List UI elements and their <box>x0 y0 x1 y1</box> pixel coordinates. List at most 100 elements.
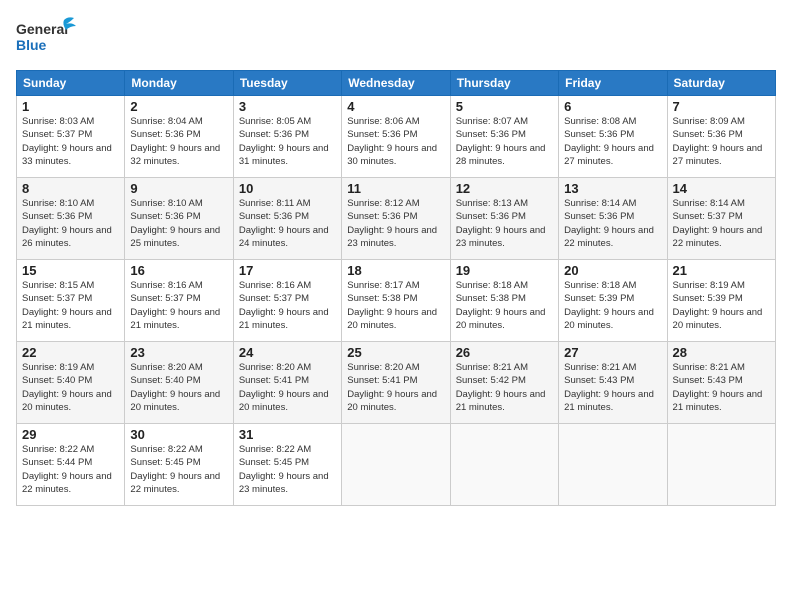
calendar-cell: 25Sunrise: 8:20 AMSunset: 5:41 PMDayligh… <box>342 342 450 424</box>
day-number: 3 <box>239 99 336 114</box>
day-number: 5 <box>456 99 553 114</box>
calendar-cell: 6Sunrise: 8:08 AMSunset: 5:36 PMDaylight… <box>559 96 667 178</box>
day-info: Sunrise: 8:18 AMSunset: 5:39 PMDaylight:… <box>564 279 661 332</box>
day-info: Sunrise: 8:20 AMSunset: 5:41 PMDaylight:… <box>239 361 336 414</box>
calendar-cell: 18Sunrise: 8:17 AMSunset: 5:38 PMDayligh… <box>342 260 450 342</box>
day-info: Sunrise: 8:22 AMSunset: 5:45 PMDaylight:… <box>130 443 227 496</box>
calendar-cell <box>559 424 667 506</box>
logo-icon: General Blue <box>16 12 76 60</box>
calendar-week-row: 22Sunrise: 8:19 AMSunset: 5:40 PMDayligh… <box>17 342 776 424</box>
calendar-week-row: 15Sunrise: 8:15 AMSunset: 5:37 PMDayligh… <box>17 260 776 342</box>
day-number: 26 <box>456 345 553 360</box>
calendar-cell: 13Sunrise: 8:14 AMSunset: 5:36 PMDayligh… <box>559 178 667 260</box>
day-number: 7 <box>673 99 770 114</box>
day-number: 17 <box>239 263 336 278</box>
calendar-cell: 14Sunrise: 8:14 AMSunset: 5:37 PMDayligh… <box>667 178 775 260</box>
calendar-cell: 9Sunrise: 8:10 AMSunset: 5:36 PMDaylight… <box>125 178 233 260</box>
day-info: Sunrise: 8:10 AMSunset: 5:36 PMDaylight:… <box>130 197 227 250</box>
day-number: 10 <box>239 181 336 196</box>
calendar-cell: 20Sunrise: 8:18 AMSunset: 5:39 PMDayligh… <box>559 260 667 342</box>
day-info: Sunrise: 8:17 AMSunset: 5:38 PMDaylight:… <box>347 279 444 332</box>
day-info: Sunrise: 8:16 AMSunset: 5:37 PMDaylight:… <box>239 279 336 332</box>
calendar-cell: 30Sunrise: 8:22 AMSunset: 5:45 PMDayligh… <box>125 424 233 506</box>
day-info: Sunrise: 8:13 AMSunset: 5:36 PMDaylight:… <box>456 197 553 250</box>
weekday-header-tuesday: Tuesday <box>233 71 341 96</box>
day-number: 4 <box>347 99 444 114</box>
day-info: Sunrise: 8:19 AMSunset: 5:40 PMDaylight:… <box>22 361 119 414</box>
weekday-header-saturday: Saturday <box>667 71 775 96</box>
calendar-cell: 21Sunrise: 8:19 AMSunset: 5:39 PMDayligh… <box>667 260 775 342</box>
calendar-cell: 7Sunrise: 8:09 AMSunset: 5:36 PMDaylight… <box>667 96 775 178</box>
day-number: 1 <box>22 99 119 114</box>
calendar-header: SundayMondayTuesdayWednesdayThursdayFrid… <box>17 71 776 96</box>
day-number: 29 <box>22 427 119 442</box>
calendar-cell: 15Sunrise: 8:15 AMSunset: 5:37 PMDayligh… <box>17 260 125 342</box>
day-number: 24 <box>239 345 336 360</box>
page-container: General Blue SundayMondayTuesdayWednesda… <box>0 0 792 514</box>
calendar-cell: 11Sunrise: 8:12 AMSunset: 5:36 PMDayligh… <box>342 178 450 260</box>
weekday-header-friday: Friday <box>559 71 667 96</box>
day-number: 22 <box>22 345 119 360</box>
day-number: 2 <box>130 99 227 114</box>
svg-text:General: General <box>16 21 68 37</box>
weekday-header-thursday: Thursday <box>450 71 558 96</box>
calendar-cell <box>450 424 558 506</box>
day-info: Sunrise: 8:21 AMSunset: 5:42 PMDaylight:… <box>456 361 553 414</box>
day-info: Sunrise: 8:09 AMSunset: 5:36 PMDaylight:… <box>673 115 770 168</box>
calendar-cell: 12Sunrise: 8:13 AMSunset: 5:36 PMDayligh… <box>450 178 558 260</box>
day-info: Sunrise: 8:20 AMSunset: 5:40 PMDaylight:… <box>130 361 227 414</box>
day-info: Sunrise: 8:20 AMSunset: 5:41 PMDaylight:… <box>347 361 444 414</box>
calendar-cell: 16Sunrise: 8:16 AMSunset: 5:37 PMDayligh… <box>125 260 233 342</box>
day-info: Sunrise: 8:14 AMSunset: 5:37 PMDaylight:… <box>673 197 770 250</box>
calendar-cell: 19Sunrise: 8:18 AMSunset: 5:38 PMDayligh… <box>450 260 558 342</box>
day-number: 6 <box>564 99 661 114</box>
header: General Blue <box>16 12 776 60</box>
logo: General Blue <box>16 12 76 60</box>
calendar-cell: 10Sunrise: 8:11 AMSunset: 5:36 PMDayligh… <box>233 178 341 260</box>
calendar-cell: 28Sunrise: 8:21 AMSunset: 5:43 PMDayligh… <box>667 342 775 424</box>
calendar-week-row: 8Sunrise: 8:10 AMSunset: 5:36 PMDaylight… <box>17 178 776 260</box>
day-info: Sunrise: 8:06 AMSunset: 5:36 PMDaylight:… <box>347 115 444 168</box>
day-number: 8 <box>22 181 119 196</box>
weekday-header-sunday: Sunday <box>17 71 125 96</box>
day-number: 14 <box>673 181 770 196</box>
day-number: 31 <box>239 427 336 442</box>
day-info: Sunrise: 8:14 AMSunset: 5:36 PMDaylight:… <box>564 197 661 250</box>
day-number: 18 <box>347 263 444 278</box>
calendar-cell: 24Sunrise: 8:20 AMSunset: 5:41 PMDayligh… <box>233 342 341 424</box>
day-info: Sunrise: 8:07 AMSunset: 5:36 PMDaylight:… <box>456 115 553 168</box>
calendar-cell: 1Sunrise: 8:03 AMSunset: 5:37 PMDaylight… <box>17 96 125 178</box>
day-info: Sunrise: 8:08 AMSunset: 5:36 PMDaylight:… <box>564 115 661 168</box>
calendar-cell: 22Sunrise: 8:19 AMSunset: 5:40 PMDayligh… <box>17 342 125 424</box>
weekday-header-wednesday: Wednesday <box>342 71 450 96</box>
calendar-cell: 31Sunrise: 8:22 AMSunset: 5:45 PMDayligh… <box>233 424 341 506</box>
day-info: Sunrise: 8:18 AMSunset: 5:38 PMDaylight:… <box>456 279 553 332</box>
day-number: 13 <box>564 181 661 196</box>
calendar-week-row: 1Sunrise: 8:03 AMSunset: 5:37 PMDaylight… <box>17 96 776 178</box>
day-number: 9 <box>130 181 227 196</box>
calendar-cell <box>667 424 775 506</box>
day-info: Sunrise: 8:03 AMSunset: 5:37 PMDaylight:… <box>22 115 119 168</box>
day-info: Sunrise: 8:22 AMSunset: 5:45 PMDaylight:… <box>239 443 336 496</box>
calendar-cell: 8Sunrise: 8:10 AMSunset: 5:36 PMDaylight… <box>17 178 125 260</box>
day-info: Sunrise: 8:05 AMSunset: 5:36 PMDaylight:… <box>239 115 336 168</box>
calendar-cell: 4Sunrise: 8:06 AMSunset: 5:36 PMDaylight… <box>342 96 450 178</box>
day-info: Sunrise: 8:12 AMSunset: 5:36 PMDaylight:… <box>347 197 444 250</box>
calendar-cell: 27Sunrise: 8:21 AMSunset: 5:43 PMDayligh… <box>559 342 667 424</box>
calendar-cell: 23Sunrise: 8:20 AMSunset: 5:40 PMDayligh… <box>125 342 233 424</box>
weekday-header-row: SundayMondayTuesdayWednesdayThursdayFrid… <box>17 71 776 96</box>
calendar-cell: 29Sunrise: 8:22 AMSunset: 5:44 PMDayligh… <box>17 424 125 506</box>
day-number: 20 <box>564 263 661 278</box>
day-info: Sunrise: 8:15 AMSunset: 5:37 PMDaylight:… <box>22 279 119 332</box>
day-number: 28 <box>673 345 770 360</box>
day-info: Sunrise: 8:21 AMSunset: 5:43 PMDaylight:… <box>564 361 661 414</box>
calendar-table: SundayMondayTuesdayWednesdayThursdayFrid… <box>16 70 776 506</box>
day-number: 23 <box>130 345 227 360</box>
calendar-cell <box>342 424 450 506</box>
day-info: Sunrise: 8:04 AMSunset: 5:36 PMDaylight:… <box>130 115 227 168</box>
day-number: 30 <box>130 427 227 442</box>
day-info: Sunrise: 8:21 AMSunset: 5:43 PMDaylight:… <box>673 361 770 414</box>
day-number: 21 <box>673 263 770 278</box>
day-number: 11 <box>347 181 444 196</box>
day-info: Sunrise: 8:10 AMSunset: 5:36 PMDaylight:… <box>22 197 119 250</box>
